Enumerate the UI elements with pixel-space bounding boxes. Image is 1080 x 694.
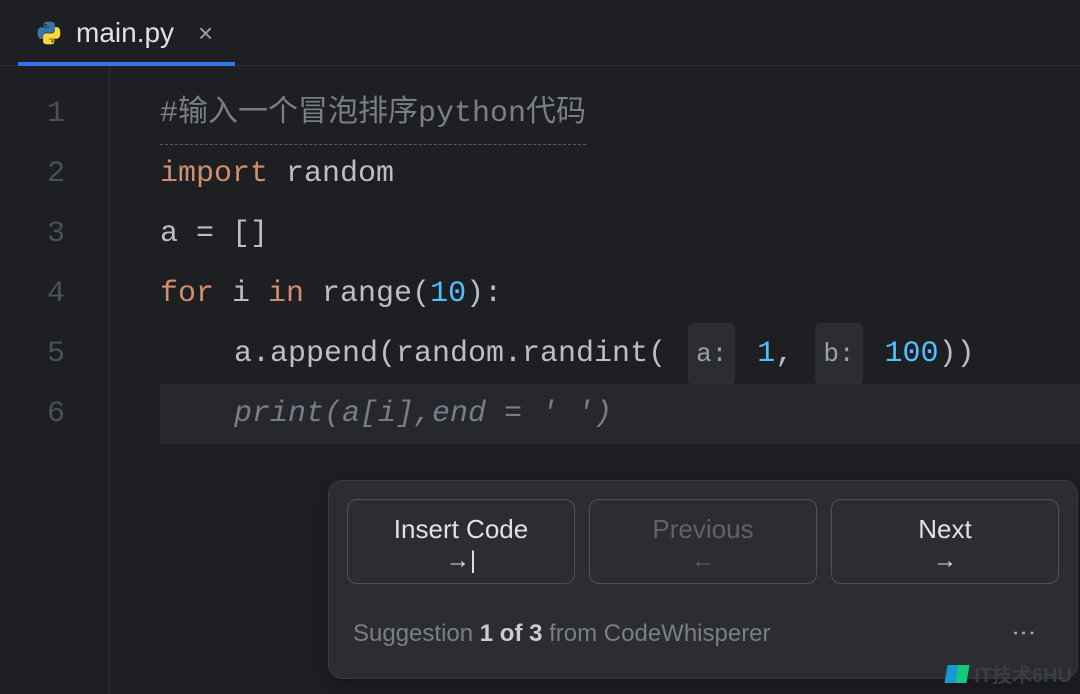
line-number-gutter: 1 2 3 4 5 6 xyxy=(0,66,110,694)
close-icon[interactable]: × xyxy=(198,20,213,46)
code-line-5[interactable]: a.append(random.randint( a: 1, b: 100)) xyxy=(160,324,1080,384)
previous-label: Previous xyxy=(652,514,753,545)
param-hint-b: b: xyxy=(815,323,862,385)
suggestion-status: Suggestion 1 of 3 from CodeWhisperer ⋮ xyxy=(347,602,1059,664)
code-suggestion-popup: Insert Code →| Previous ← Next → Suggest… xyxy=(328,480,1078,679)
tab-main-py[interactable]: main.py × xyxy=(18,0,235,65)
tab-filename: main.py xyxy=(76,17,174,49)
code-line-6-suggestion[interactable]: print(a[i],end = ' ') xyxy=(160,384,1080,444)
previous-button[interactable]: Previous ← xyxy=(589,499,817,584)
editor-area[interactable]: 1 2 3 4 5 6 #输入一个冒泡排序python代码 import ran… xyxy=(0,66,1080,694)
param-hint-a: a: xyxy=(688,323,735,385)
code-content[interactable]: #输入一个冒泡排序python代码 import random a = [] f… xyxy=(110,66,1080,694)
more-options-icon[interactable]: ⋮ xyxy=(993,621,1053,647)
arrow-right-icon: → xyxy=(933,549,957,573)
code-line-4[interactable]: for i in range(10): xyxy=(160,264,1080,324)
next-label: Next xyxy=(918,514,971,545)
arrow-left-icon: ← xyxy=(691,549,715,573)
line-number: 5 xyxy=(0,324,109,384)
watermark: IT技术6HU xyxy=(946,659,1072,688)
insert-code-label: Insert Code xyxy=(394,514,528,545)
line-number: 1 xyxy=(0,84,109,144)
tab-bar: main.py × xyxy=(0,0,1080,66)
line-number: 2 xyxy=(0,144,109,204)
insert-code-button[interactable]: Insert Code →| xyxy=(347,499,575,584)
code-line-1[interactable]: #输入一个冒泡排序python代码 xyxy=(160,84,1080,144)
watermark-icon xyxy=(945,665,970,683)
line-number: 4 xyxy=(0,264,109,324)
python-file-icon xyxy=(36,20,62,46)
line-number: 3 xyxy=(0,204,109,264)
code-line-3[interactable]: a = [] xyxy=(160,204,1080,264)
line-number: 6 xyxy=(0,384,109,444)
code-line-2[interactable]: import random xyxy=(160,144,1080,204)
insert-icon: →| xyxy=(446,549,476,573)
next-button[interactable]: Next → xyxy=(831,499,1059,584)
